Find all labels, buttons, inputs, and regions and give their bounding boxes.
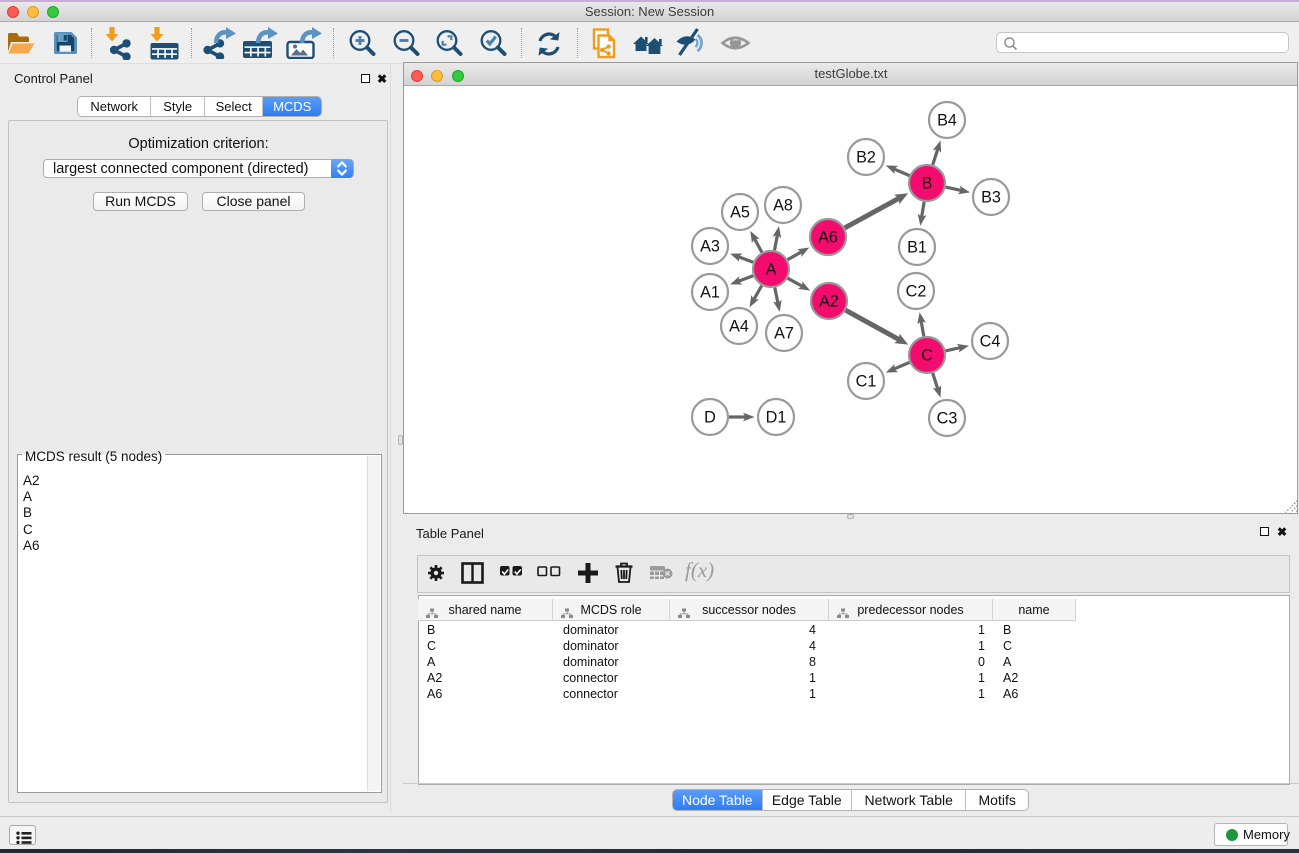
svg-text:B1: B1	[907, 239, 927, 257]
svg-text:A5: A5	[730, 204, 750, 222]
svg-text:A1: A1	[700, 284, 720, 302]
svg-text:D1: D1	[766, 409, 787, 427]
svg-text:A4: A4	[729, 318, 749, 336]
svg-text:B: B	[922, 175, 933, 193]
svg-text:B2: B2	[856, 149, 876, 167]
svg-text:C4: C4	[980, 333, 1001, 351]
svg-text:A8: A8	[773, 197, 793, 215]
svg-text:D: D	[704, 409, 716, 427]
svg-text:A: A	[766, 261, 777, 279]
svg-text:A6: A6	[818, 229, 838, 247]
svg-text:C3: C3	[937, 410, 958, 428]
svg-text:C: C	[921, 347, 933, 365]
svg-text:A2: A2	[819, 293, 839, 311]
svg-text:A7: A7	[774, 325, 794, 343]
svg-text:C2: C2	[906, 283, 927, 301]
svg-text:B3: B3	[981, 189, 1001, 207]
svg-text:C1: C1	[856, 373, 877, 391]
svg-text:A3: A3	[700, 238, 720, 256]
svg-text:B4: B4	[937, 112, 957, 130]
